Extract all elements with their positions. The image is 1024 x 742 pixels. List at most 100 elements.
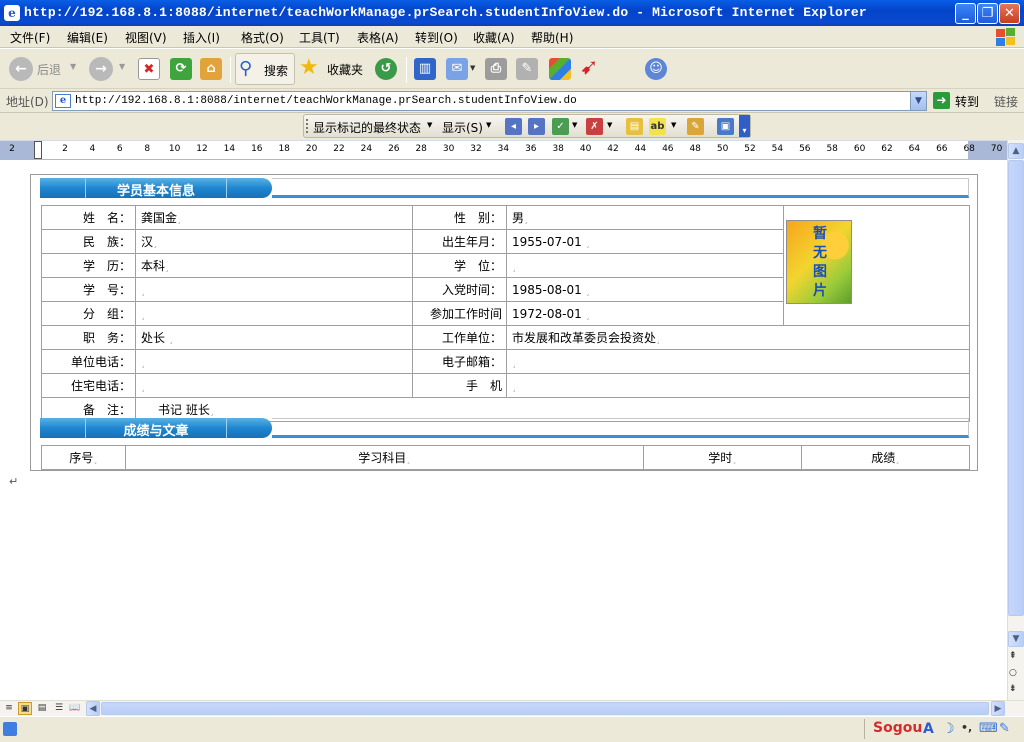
markup-dropdown-icon[interactable]: ▼ <box>427 121 432 129</box>
prev-change-icon[interactable]: ◂ <box>505 118 522 135</box>
menu-format[interactable]: 格式(O) <box>241 29 284 46</box>
score-header-hours-text: 学时 <box>708 451 733 465</box>
messenger-icon[interactable]: ➹ <box>580 55 598 80</box>
menu-help[interactable]: 帮助(H) <box>531 29 573 46</box>
cell-mark: ¸ <box>141 310 146 321</box>
vertical-scroll-thumb[interactable] <box>1008 160 1024 616</box>
scroll-left-icon[interactable]: ◀ <box>86 701 100 716</box>
standard-toolbar: ← 后退 ▼ → ▼ ✖ ⟳ ⌂ ⚲ 搜索 ★ 收藏夹 ↺ ▥ ✉ ▼ ⎙ ✎ … <box>0 49 1024 89</box>
highlight-dropdown-icon[interactable]: ▼ <box>671 121 676 129</box>
ime-moon-icon[interactable]: ☽ <box>942 721 955 737</box>
outer-table: 学员基本信息 姓 名： 龚国金¸ 性 别： 男¸ 暂无图片 民 族： 汉¸ 出生… <box>30 174 978 471</box>
reviewing-pane-icon[interactable]: ▣ <box>717 118 734 135</box>
research-icon[interactable]: ▥ <box>414 58 436 80</box>
normal-view-icon[interactable]: ≡ <box>2 702 16 715</box>
scroll-down-icon[interactable]: ▼ <box>1008 631 1024 647</box>
stop-icon[interactable]: ✖ <box>138 58 160 80</box>
next-page-icon[interactable]: ⇟ <box>1009 684 1017 694</box>
cell-mark: ¸ <box>585 310 591 321</box>
show-dropdown-icon[interactable]: ▼ <box>486 121 491 129</box>
track-changes-icon[interactable]: ✎ <box>687 118 704 135</box>
print-icon[interactable]: ⎙ <box>485 58 507 80</box>
ime-keyboard-icon[interactable]: ⌨ <box>979 721 998 736</box>
education-value: 本科¸ <box>135 253 413 278</box>
highlight-icon[interactable]: ab <box>649 118 666 135</box>
browse-object-icon[interactable]: ○ <box>1009 668 1017 678</box>
paragraph-mark: ↵ <box>9 475 19 488</box>
mail-dropdown-icon[interactable]: ▼ <box>470 64 475 72</box>
menu-file[interactable]: 文件(F) <box>10 29 50 46</box>
ie-icon: e <box>4 5 20 21</box>
maximize-icon[interactable]: ❐ <box>977 3 998 24</box>
toolbar-options-icon[interactable]: ▾ <box>739 115 750 137</box>
refresh-icon[interactable]: ⟳ <box>170 58 192 80</box>
page-icon: e <box>55 94 71 108</box>
favorites-label[interactable]: 收藏夹 <box>327 61 363 78</box>
menu-tools[interactable]: 工具(T) <box>299 29 340 46</box>
search-icon: ⚲ <box>239 58 253 79</box>
toolbar-grip[interactable] <box>306 119 309 133</box>
document-area[interactable]: 学员基本信息 姓 名： 龚国金¸ 性 别： 男¸ 暂无图片 民 族： 汉¸ 出生… <box>0 161 1007 700</box>
mail-icon[interactable]: ✉ <box>446 58 468 80</box>
ruler-tick-label: 22 <box>333 144 345 154</box>
scroll-up-icon[interactable]: ▲ <box>1008 143 1024 159</box>
home-icon[interactable]: ⌂ <box>200 58 222 80</box>
ime-punct-icon[interactable]: •, <box>961 721 972 734</box>
menu-goto[interactable]: 转到(O) <box>415 29 458 46</box>
horizontal-scroll-thumb[interactable] <box>101 702 989 715</box>
accept-change-icon[interactable]: ✓ <box>552 118 569 135</box>
markup-mode-select[interactable]: 显示标记的最终状态 <box>313 119 421 136</box>
minimize-icon[interactable]: _ <box>955 3 976 24</box>
print-view-icon[interactable]: ▤ <box>35 702 49 715</box>
reject-change-icon[interactable]: ✗ <box>586 118 603 135</box>
close-icon[interactable]: ✕ <box>999 3 1020 24</box>
show-menu-button[interactable]: 显示(S) <box>442 119 483 136</box>
vertical-scrollbar[interactable]: ▲ ▼ <box>1007 140 1024 700</box>
scroll-right-icon[interactable]: ▶ <box>991 701 1005 716</box>
back-icon[interactable]: ← <box>9 57 33 81</box>
position-value: 处长 ¸ <box>135 325 413 350</box>
windows-icon[interactable] <box>549 58 571 80</box>
menu-insert[interactable]: 插入(I) <box>183 29 220 46</box>
favorites-star-icon[interactable]: ★ <box>299 55 319 80</box>
accept-dropdown-icon[interactable]: ▼ <box>572 121 577 129</box>
photo-cell: 暂无图片 <box>783 205 970 326</box>
forward-icon[interactable]: → <box>89 57 113 81</box>
links-button[interactable]: 链接 <box>994 93 1018 110</box>
section-header-basic-info: 学员基本信息 <box>40 178 969 199</box>
position-label: 职 务： <box>41 325 136 350</box>
cell-mark: ¸ <box>209 407 215 417</box>
forward-dropdown-icon[interactable]: ▼ <box>119 62 125 71</box>
comment-icon[interactable]: ▤ <box>626 118 643 135</box>
go-arrow-icon[interactable]: ➜ <box>933 92 950 109</box>
prev-page-icon[interactable]: ⇞ <box>1009 651 1017 661</box>
reading-view-icon[interactable]: 📖 <box>68 702 82 715</box>
menu-favorites[interactable]: 收藏(A) <box>473 29 515 46</box>
edit-icon[interactable]: ✎ <box>516 58 538 80</box>
sogou-logo[interactable]: Sogou <box>873 720 922 736</box>
go-button[interactable]: 转到 <box>955 93 979 110</box>
indent-marker[interactable] <box>34 141 42 159</box>
outline-view-icon[interactable]: ☰ <box>52 702 66 715</box>
back-label[interactable]: 后退 <box>37 61 61 78</box>
address-dropdown-icon[interactable]: ▼ <box>910 92 926 110</box>
back-dropdown-icon[interactable]: ▼ <box>70 62 76 71</box>
msn-people-icon[interactable]: ☺ <box>645 58 667 80</box>
menu-edit[interactable]: 编辑(E) <box>67 29 108 46</box>
horizontal-scrollbar[interactable]: ≡ ▣ ▤ ☰ 📖 ◀ ▶ <box>0 700 1024 716</box>
horizontal-ruler[interactable]: 2 2 4 6 8 10 12 14 16 18 20 22 24 26 28 30 32 34 36 38 40 42 4… <box>0 140 1007 160</box>
next-change-icon[interactable]: ▸ <box>528 118 545 135</box>
section-title-scores: 成绩与文章 <box>123 424 189 439</box>
web-view-icon[interactable]: ▣ <box>18 702 32 715</box>
address-url[interactable]: http://192.168.8.1:8088/internet/teachWo… <box>75 95 577 107</box>
ime-settings-icon[interactable]: ✎ <box>999 721 1010 736</box>
address-input[interactable]: e http://192.168.8.1:8088/internet/teach… <box>52 91 927 111</box>
ruler-tick-label: 18 <box>278 144 290 154</box>
menu-table[interactable]: 表格(A) <box>357 29 399 46</box>
ime-mode-icon[interactable]: A <box>923 721 934 737</box>
reject-dropdown-icon[interactable]: ▼ <box>607 121 612 129</box>
history-icon[interactable]: ↺ <box>375 58 397 80</box>
cell-mark: ¸ <box>141 358 146 369</box>
search-button[interactable]: ⚲ 搜索 <box>235 53 295 85</box>
menu-view[interactable]: 视图(V) <box>125 29 167 46</box>
